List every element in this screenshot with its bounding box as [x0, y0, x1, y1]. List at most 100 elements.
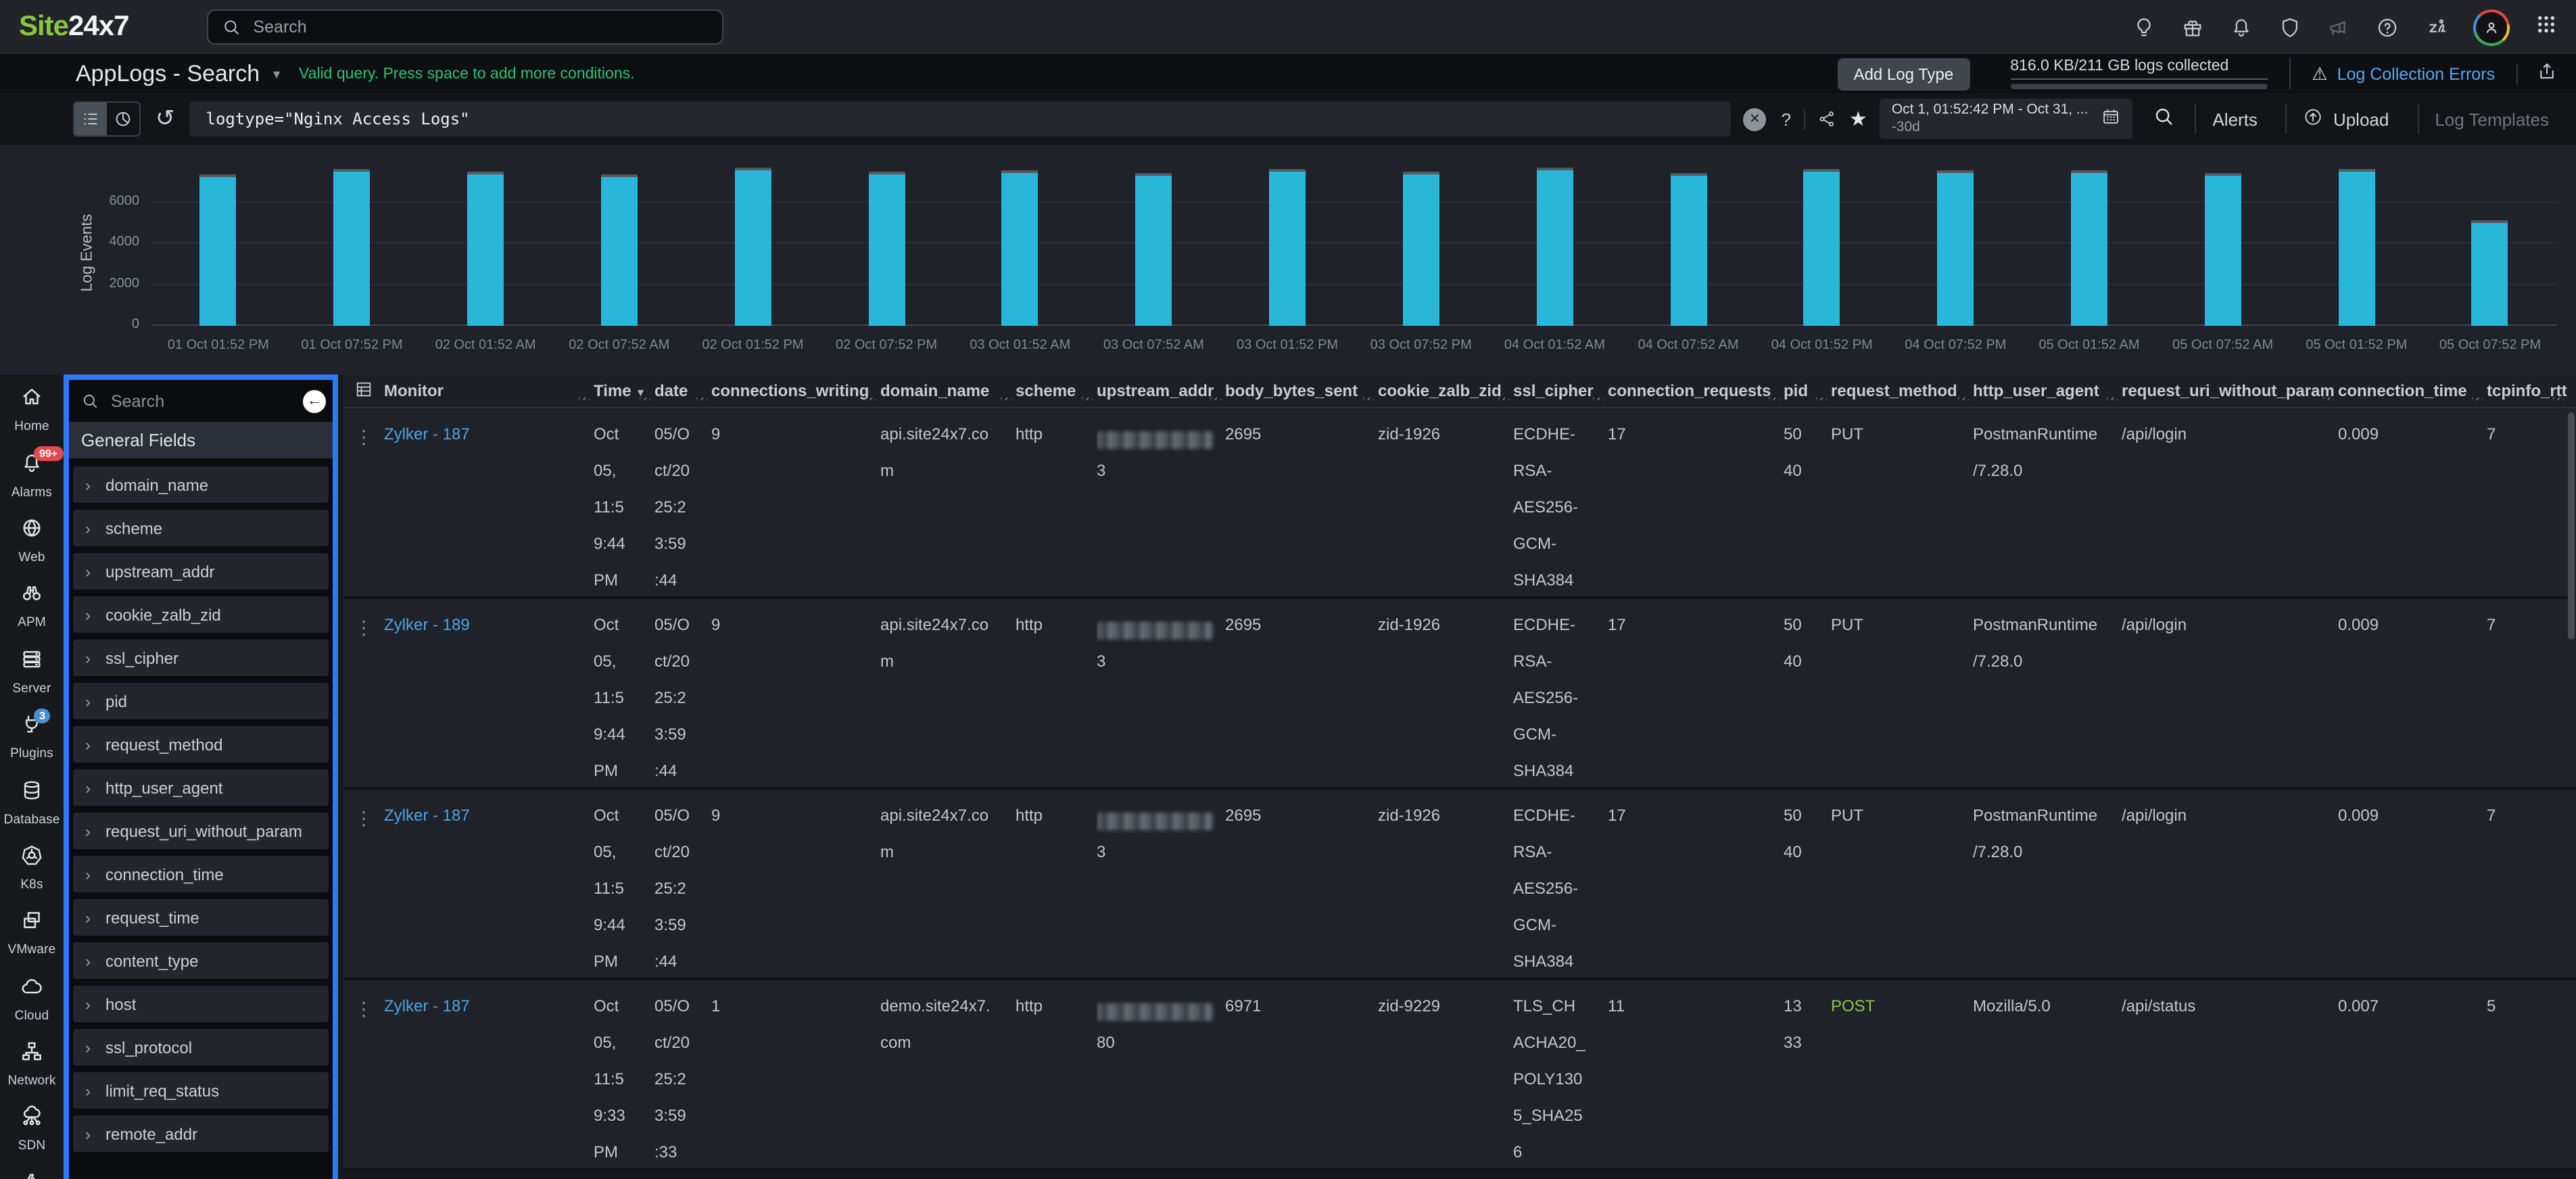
field-item-remote_addr[interactable]: ›remote_addr: [73, 1115, 329, 1152]
sidebar-item-azure[interactable]: Azure: [0, 1162, 64, 1179]
add-log-type-button[interactable]: Add Log Type: [1838, 57, 1970, 90]
bulb-icon[interactable]: [2132, 16, 2155, 39]
sidebar-item-cloud[interactable]: Cloud: [0, 966, 64, 1032]
column-header-body_bytes_sent[interactable]: body_bytes_sent: [1225, 381, 1378, 400]
field-item-limit_req_status[interactable]: ›limit_req_status: [73, 1072, 329, 1109]
field-item-host[interactable]: ›host: [73, 986, 329, 1022]
shield-icon[interactable]: [2279, 16, 2301, 39]
column-header-request_uri_without_param[interactable]: request_uri_without_param: [2122, 381, 2338, 400]
field-item-request_time[interactable]: ›request_time: [73, 899, 329, 936]
sidebar-item-alarms[interactable]: Alarms99+: [0, 443, 64, 508]
field-item-request_method[interactable]: ›request_method: [73, 726, 329, 763]
field-item-scheme[interactable]: ›scheme: [73, 510, 329, 546]
sidebar-item-web[interactable]: Web: [0, 508, 64, 574]
chart-bar[interactable]: [467, 172, 504, 326]
apps-grid-icon[interactable]: [2535, 13, 2557, 41]
chart-bar[interactable]: [868, 171, 905, 326]
fields-search-input[interactable]: Search ←: [69, 380, 333, 422]
column-resize-handle[interactable]: [640, 398, 650, 400]
column-resize-handle[interactable]: [1001, 398, 1011, 400]
field-item-cookie_zalb_zid[interactable]: ›cookie_zalb_zid: [73, 596, 329, 633]
sidebar-item-database[interactable]: Database: [0, 770, 64, 836]
table-row[interactable]: ⋮Zylker - 187Oct 05, 11:59:44 PM05/Oct/2…: [343, 408, 2576, 599]
column-header-connection_time[interactable]: connection_time: [2338, 381, 2487, 400]
chart-bar[interactable]: [2472, 220, 2508, 326]
column-resize-handle[interactable]: [1958, 398, 1969, 400]
megaphone-icon[interactable]: [2327, 16, 2350, 39]
chart-bar[interactable]: [1403, 172, 1439, 327]
column-resize-handle[interactable]: [1082, 398, 1093, 400]
site24x7-logo[interactable]: Site24x7: [19, 11, 128, 43]
field-item-domain_name[interactable]: ›domain_name: [73, 466, 329, 503]
chart-bar[interactable]: [2205, 173, 2241, 326]
column-header-request_method[interactable]: request_method: [1831, 381, 1973, 400]
list-view-toggle[interactable]: [74, 103, 107, 135]
column-header-ssl_cipher[interactable]: ssl_cipher: [1513, 381, 1608, 400]
column-resize-handle[interactable]: [1816, 398, 1827, 400]
query-input[interactable]: logtype="Nginx Access Logs": [190, 101, 1732, 137]
query-help-icon[interactable]: ?: [1778, 109, 1805, 129]
global-search-input[interactable]: Search: [207, 9, 723, 45]
table-view-icon[interactable]: [343, 379, 384, 402]
chart-bar[interactable]: [734, 168, 771, 326]
column-header-tcpinfo_rtt[interactable]: tcpinfo_rtt: [2487, 381, 2568, 400]
chart-bar[interactable]: [200, 174, 237, 326]
chart-bar[interactable]: [1269, 169, 1306, 326]
monitor-link[interactable]: Zylker - 187: [384, 425, 470, 443]
clear-query-icon[interactable]: ✕: [1743, 107, 1766, 130]
column-resize-handle[interactable]: [2553, 398, 2564, 400]
monitor-link[interactable]: Zylker - 189: [384, 615, 470, 634]
field-item-request_uri_without_param[interactable]: ›request_uri_without_param: [73, 813, 329, 849]
chart-bar[interactable]: [2071, 170, 2107, 326]
chart-bar[interactable]: [2338, 169, 2375, 326]
column-resize-handle[interactable]: [2107, 398, 2118, 400]
row-menu-icon[interactable]: ⋮: [343, 796, 373, 829]
collapse-panel-button[interactable]: ←: [303, 389, 326, 412]
sidebar-item-home[interactable]: Home: [0, 377, 64, 443]
date-range-picker[interactable]: Oct 1, 01:52:42 PM - Oct 31, ... -30d: [1880, 99, 2133, 139]
column-resize-handle[interactable]: [1593, 398, 1604, 400]
column-header-scheme[interactable]: scheme: [1016, 381, 1097, 400]
column-resize-handle[interactable]: [1363, 398, 1374, 400]
bell-icon[interactable]: [2230, 16, 2253, 39]
monitor-link[interactable]: Zylker - 187: [384, 806, 470, 825]
log-collection-errors-link[interactable]: ⚠ Log Collection Errors: [2290, 63, 2518, 85]
chart-bar[interactable]: [333, 169, 370, 326]
chart-bar[interactable]: [1135, 174, 1172, 326]
chart-bar[interactable]: [1670, 173, 1707, 326]
field-item-pid[interactable]: ›pid: [73, 683, 329, 719]
row-menu-icon[interactable]: ⋮: [343, 606, 373, 638]
avatar[interactable]: [2473, 9, 2510, 45]
column-header-connection_requests[interactable]: connection_requests: [1608, 381, 1784, 400]
gift-icon[interactable]: [2181, 16, 2204, 39]
favorite-star-icon[interactable]: ★: [1849, 107, 1867, 131]
table-row[interactable]: ⋮Zylker - 187Oct 05, 11:59:44 PM05/Oct/2…: [343, 790, 2576, 980]
chart-bar[interactable]: [601, 175, 638, 326]
vertical-scrollbar[interactable]: [2568, 412, 2575, 640]
monitor-link[interactable]: Zylker - 187: [384, 996, 470, 1015]
pie-view-toggle[interactable]: [107, 103, 139, 135]
chart-bar[interactable]: [1536, 168, 1573, 326]
field-item-upstream_addr[interactable]: ›upstream_addr: [73, 553, 329, 590]
sidebar-item-vmware[interactable]: VMware: [0, 900, 64, 966]
column-resize-handle[interactable]: [865, 398, 876, 400]
field-item-connection_time[interactable]: ›connection_time: [73, 856, 329, 892]
sidebar-item-apm[interactable]: APM: [0, 573, 64, 639]
run-search-icon[interactable]: [2145, 105, 2183, 133]
sidebar-item-k8s[interactable]: K8s: [0, 835, 64, 900]
column-resize-handle[interactable]: [696, 398, 707, 400]
column-resize-handle[interactable]: [2323, 398, 2334, 400]
export-icon[interactable]: [2518, 60, 2576, 87]
chart-bar[interactable]: [1937, 171, 1974, 326]
sidebar-item-plugins[interactable]: Plugins3: [0, 704, 64, 770]
sidebar-item-network[interactable]: Network: [0, 1032, 64, 1097]
column-header-time[interactable]: Time▼: [594, 381, 654, 400]
column-header-http_user_agent[interactable]: http_user_agent: [1973, 381, 2122, 400]
column-header-upstream_addr[interactable]: upstream_addr: [1097, 381, 1225, 400]
column-header-domain_name[interactable]: domain_name: [880, 381, 1016, 400]
sidebar-item-sdn[interactable]: SDN: [0, 1097, 64, 1163]
column-resize-handle[interactable]: [579, 398, 590, 400]
field-item-ssl_cipher[interactable]: ›ssl_cipher: [73, 640, 329, 676]
column-header-pid[interactable]: pid: [1784, 381, 1831, 400]
share-icon[interactable]: [1818, 110, 1837, 128]
